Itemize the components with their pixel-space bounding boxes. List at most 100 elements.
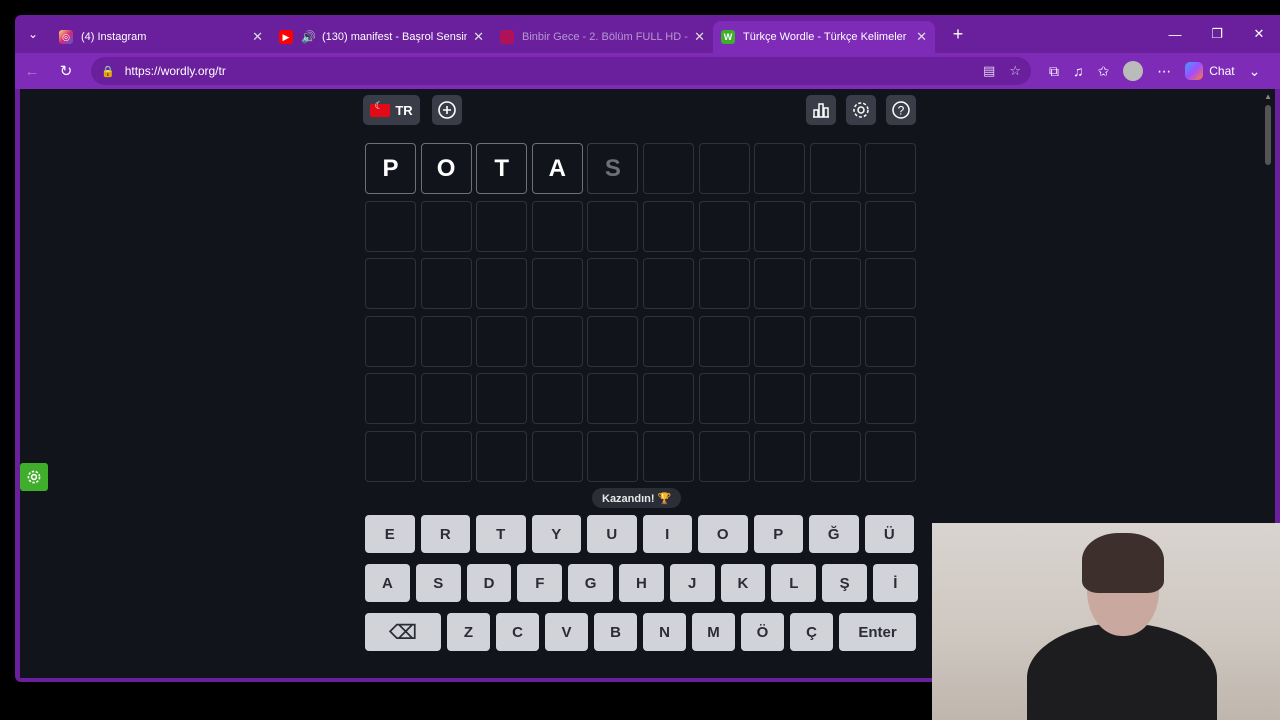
new-tab-plus-icon[interactable]: + — [943, 24, 973, 45]
grid-cell — [420, 430, 472, 482]
key-a[interactable]: A — [365, 564, 410, 602]
lock-icon[interactable]: 🔒 — [101, 65, 115, 78]
key-ç[interactable]: Ç — [790, 613, 833, 651]
grid-cell — [587, 258, 639, 310]
tab-wordly[interactable]: W Türkçe Wordle - Türkçe Kelimeler ✕ — [713, 21, 935, 53]
key-b[interactable]: B — [594, 613, 637, 651]
win-message-badge: Kazandın! 🏆 — [592, 488, 682, 508]
reload-icon[interactable]: ↻ — [49, 56, 83, 86]
media-control-icon[interactable]: ♫ — [1073, 63, 1084, 79]
grid-cell — [698, 315, 750, 367]
copilot-chat-button[interactable]: Chat — [1185, 62, 1235, 80]
keyboard-row-3: ⌫ Z C V B N M Ö Ç Enter — [365, 613, 916, 651]
person-hair — [1082, 533, 1164, 593]
help-question-icon[interactable]: ? — [886, 95, 916, 125]
floating-settings-gear-icon[interactable] — [20, 463, 48, 491]
grid-cell — [809, 200, 861, 252]
close-tab-icon[interactable]: ✕ — [694, 29, 705, 45]
restore-icon[interactable]: ❐ — [1196, 15, 1238, 53]
grid-cell — [754, 200, 806, 252]
key-ğ[interactable]: Ğ — [809, 515, 859, 553]
turkey-flag-icon — [370, 101, 391, 117]
favorites-icon[interactable]: ✩ — [1098, 63, 1110, 80]
youtube-icon: ▶ — [279, 30, 293, 44]
key-m[interactable]: M — [692, 613, 735, 651]
key-i̇[interactable]: İ — [872, 564, 918, 602]
extensions-icon[interactable]: ⧉ — [1049, 63, 1059, 80]
address-bar[interactable]: 🔒 https://wordly.org/tr ▤ ☆ — [91, 57, 1031, 85]
enter-key[interactable]: Enter — [839, 613, 916, 651]
grid-cell — [587, 373, 639, 425]
key-j[interactable]: J — [669, 564, 715, 602]
close-tab-icon[interactable]: ✕ — [473, 29, 484, 45]
new-game-plus-icon[interactable] — [432, 95, 462, 125]
key-i[interactable]: I — [642, 515, 692, 553]
scroll-up-arrow-icon[interactable]: ▲ — [1264, 92, 1272, 101]
tab-actions-chevron-icon[interactable]: ⌄ — [15, 15, 51, 53]
grid-cell — [754, 430, 806, 482]
favorite-star-icon[interactable]: ☆ — [1009, 63, 1021, 79]
reader-mode-icon[interactable]: ▤ — [983, 63, 995, 79]
key-ş[interactable]: Ş — [822, 564, 867, 602]
key-z[interactable]: Z — [447, 613, 490, 651]
key-k[interactable]: K — [720, 564, 766, 602]
back-arrow-icon[interactable]: ← — [15, 56, 49, 86]
key-v[interactable]: V — [545, 613, 588, 651]
key-o[interactable]: O — [698, 515, 748, 553]
grid-cell — [809, 258, 861, 310]
audio-playing-icon[interactable]: 🔊 — [301, 30, 316, 44]
grid-cell — [531, 315, 583, 367]
close-tab-icon[interactable]: ✕ — [252, 29, 263, 45]
grid-cell — [531, 200, 583, 252]
tab-youtube[interactable]: ▶ 🔊 (130) manifest - Başrol Sensin ✕ — [271, 21, 492, 53]
tab-title: (4) Instagram — [81, 31, 147, 43]
tab-binbir-gece[interactable]: Binbir Gece - 2. Bölüm FULL HD - ✕ — [492, 21, 713, 53]
statistics-icon[interactable] — [806, 95, 836, 125]
grid-cell — [420, 373, 472, 425]
grid-cell — [754, 373, 806, 425]
key-g[interactable]: G — [568, 564, 613, 602]
letter-grid: POTAS — [365, 143, 917, 482]
key-n[interactable]: N — [643, 613, 686, 651]
keyboard-row-1: ERTYUIOPĞÜ — [365, 515, 914, 553]
key-r[interactable]: R — [420, 515, 470, 553]
language-label: TR — [395, 102, 413, 118]
backspace-key-icon[interactable]: ⌫ — [365, 613, 441, 651]
key-p[interactable]: P — [753, 515, 803, 553]
key-t[interactable]: T — [476, 515, 526, 553]
grid-cell — [420, 315, 472, 367]
grid-cell — [476, 373, 528, 425]
grid-cell — [642, 200, 694, 252]
more-menu-icon[interactable]: ⋯ — [1157, 63, 1171, 80]
video-icon — [500, 30, 514, 44]
key-ö[interactable]: Ö — [741, 613, 784, 651]
grid-cell — [476, 200, 528, 252]
close-tab-icon[interactable]: ✕ — [916, 29, 927, 45]
chevron-down-icon[interactable]: ⌄ — [1249, 63, 1261, 80]
grid-cell — [365, 258, 416, 310]
grid-cell — [531, 373, 583, 425]
key-ü[interactable]: Ü — [864, 515, 914, 553]
tab-instagram[interactable]: ◎ (4) Instagram ✕ — [51, 21, 271, 53]
settings-gear-icon[interactable] — [846, 95, 876, 125]
scroll-thumb[interactable] — [1265, 105, 1271, 165]
grid-cell — [698, 373, 750, 425]
key-f[interactable]: F — [517, 564, 563, 602]
key-c[interactable]: C — [496, 613, 539, 651]
key-s[interactable]: S — [415, 564, 461, 602]
key-d[interactable]: D — [466, 564, 512, 602]
key-y[interactable]: Y — [531, 515, 581, 553]
grid-cell: A — [531, 143, 583, 194]
address-toolbar: ← ↻ 🔒 https://wordly.org/tr ▤ ☆ ⧉ ♫ ✩ ⋯ … — [15, 53, 1280, 89]
key-l[interactable]: L — [771, 564, 817, 602]
key-u[interactable]: U — [587, 515, 637, 553]
language-button[interactable]: TR — [363, 95, 420, 125]
minimize-icon[interactable]: — — [1154, 15, 1196, 53]
key-e[interactable]: E — [365, 515, 415, 553]
grid-cell — [865, 430, 917, 482]
key-h[interactable]: H — [618, 564, 664, 602]
grid-cell — [865, 315, 917, 367]
tab-bar: ⌄ ◎ (4) Instagram ✕ ▶ 🔊 (130) manifest -… — [15, 15, 1280, 53]
close-window-icon[interactable]: ✕ — [1238, 15, 1280, 53]
profile-avatar[interactable] — [1123, 61, 1144, 81]
